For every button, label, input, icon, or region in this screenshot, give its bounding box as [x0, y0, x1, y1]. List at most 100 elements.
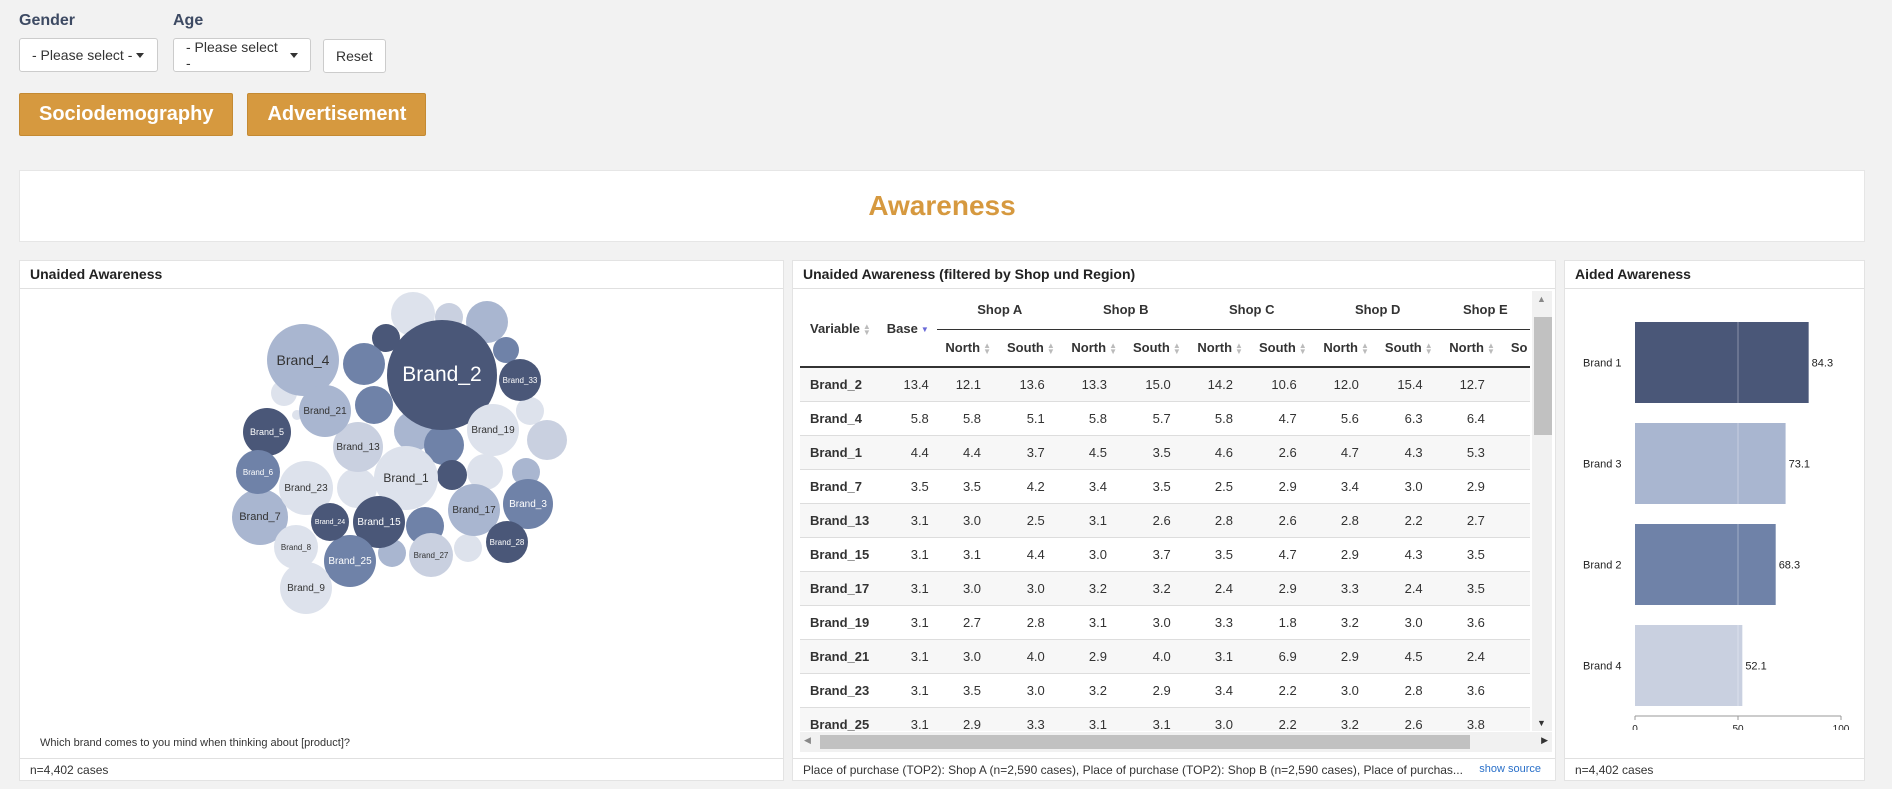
cell-value: 3.1	[1062, 706, 1125, 731]
bubble-brand-25[interactable]: Brand_25	[324, 535, 376, 587]
bubble-brand-24[interactable]: Brand_24	[311, 503, 349, 541]
cell-value: 12.7	[1440, 366, 1503, 401]
bubble-brand-5[interactable]: Brand_5	[243, 408, 291, 456]
bar	[1635, 423, 1786, 504]
cell-value: 4.5	[1062, 434, 1125, 469]
cell-value: 3.3	[1188, 604, 1251, 639]
cell-value: 15.4	[1376, 366, 1441, 401]
cell-variable: Brand_15	[800, 536, 879, 571]
cell-value	[1502, 366, 1530, 401]
bubble[interactable]	[355, 386, 393, 424]
bar-chart: Brand 1 84.3 Brand 3 73.1 Brand 2 68.3 Brand 4…	[1583, 322, 1850, 730]
bubble-brand-27[interactable]: Brand_27	[409, 533, 453, 577]
col-header-region[interactable]: North ▲ ▼	[1063, 329, 1125, 367]
col-header-variable[interactable]: Variable ▲ ▼	[800, 291, 879, 367]
cell-value: 13.6	[999, 366, 1063, 401]
cell-value: 4.0	[999, 638, 1063, 673]
panel-footer: Place of purchase (TOP2): Shop A (n=2,59…	[793, 758, 1555, 780]
col-header-region[interactable]: North ▲ ▼	[1315, 329, 1377, 367]
cell-value: 3.7	[999, 434, 1063, 469]
age-select[interactable]: - Please select -	[173, 38, 311, 72]
cell-value: 2.9	[1314, 638, 1377, 673]
horizontal-scrollbar[interactable]: ◀ ▶	[800, 732, 1552, 752]
bubble-brand-21[interactable]: Brand_21	[299, 385, 351, 437]
gender-select[interactable]: - Please select -	[19, 38, 158, 72]
cell-value: 3.1	[936, 536, 1000, 571]
cell-value: 3.2	[1062, 570, 1125, 605]
bubble-label: Brand_8	[280, 542, 312, 552]
cell-variable: Brand_19	[800, 604, 879, 639]
category-label: Brand 3	[1583, 459, 1622, 471]
bubble[interactable]	[343, 343, 385, 385]
cell-variable: Brand_25	[800, 706, 879, 731]
tab-sociodemography[interactable]: Sociodemography	[19, 93, 234, 136]
col-header-region[interactable]: So	[1503, 329, 1530, 367]
col-header-region[interactable]: South ▲ ▼	[1251, 329, 1315, 367]
table-row[interactable]: Brand_17 3.1 3.0 3.0 3.2 3.2 2.4 2.9 3.3 2.4 3.5	[800, 570, 1530, 605]
table-row[interactable]: Brand_23 3.1 3.5 3.0 3.2 2.9 3.4 2.2 3.0 2.8 3.6	[800, 672, 1530, 707]
cell-value: 5.7	[1124, 400, 1189, 435]
bubble[interactable]	[527, 420, 567, 460]
cell-value: 3.3	[1314, 570, 1377, 605]
table-row[interactable]: Brand_4 5.8 5.8 5.1 5.8 5.7 5.8 4.7 5.6 6.3 6.4	[800, 400, 1530, 435]
table-row[interactable]: Brand_7 3.5 3.5 4.2 3.4 3.5 2.5 2.9 3.4 3.0 2.9	[800, 468, 1530, 503]
table-row[interactable]: Brand_19 3.1 2.7 2.8 3.1 3.0 3.3 1.8 3.2 3.0 3.6	[800, 604, 1530, 639]
scroll-thumb[interactable]	[820, 735, 1470, 749]
scroll-up-icon[interactable]: ▲	[1537, 294, 1546, 304]
col-header-region[interactable]: South ▲ ▼	[1125, 329, 1189, 367]
sort-icon: ▲ ▼	[862, 321, 871, 337]
bubble-brand-19[interactable]: Brand_19	[467, 404, 519, 456]
cell-value: 3.1	[878, 706, 937, 731]
col-header-region[interactable]: North ▲ ▼	[1441, 329, 1503, 367]
scroll-left-icon[interactable]: ◀	[804, 735, 811, 746]
cell-value: 3.5	[1440, 536, 1503, 571]
sort-desc-icon: ▼	[920, 324, 929, 334]
cell-value: 2.2	[1250, 706, 1315, 731]
cell-value: 5.1	[999, 400, 1063, 435]
page-title: Awareness	[868, 190, 1016, 221]
bubble-brand-33[interactable]: Brand_33	[499, 359, 541, 401]
cell-value: 3.0	[999, 570, 1063, 605]
table-row[interactable]: Brand_15 3.1 3.1 4.4 3.0 3.7 3.5 4.7 2.9 4.3 3.5	[800, 536, 1530, 571]
cell-value: 2.6	[1124, 502, 1189, 537]
reset-button[interactable]: Reset	[323, 39, 386, 73]
bubble[interactable]	[454, 534, 482, 562]
bubble-label: Brand_27	[413, 550, 449, 560]
table-row[interactable]: Brand_25 3.1 2.9 3.3 3.1 3.1 3.0 2.2 3.2 2.6 3.8	[800, 706, 1530, 731]
tab-advertisement[interactable]: Advertisement	[247, 93, 427, 136]
col-header-region[interactable]: South ▲ ▼	[999, 329, 1063, 367]
table-row[interactable]: Brand_13 3.1 3.0 2.5 3.1 2.6 2.8 2.6 2.8 2.2 2.7	[800, 502, 1530, 537]
col-group-shop-a: Shop A	[936, 291, 1063, 330]
col-header-base[interactable]: Base ▼	[879, 291, 937, 367]
col-header-region[interactable]: North ▲ ▼	[1189, 329, 1251, 367]
cell-value: 4.0	[1124, 638, 1189, 673]
scroll-right-icon[interactable]: ▶	[1541, 735, 1548, 746]
table-row[interactable]: Brand_2 13.4 12.1 13.6 13.3 15.0 14.2 10.6 12.0 1…	[800, 366, 1530, 401]
cell-value: 2.4	[1440, 638, 1503, 673]
cell-value: 10.6	[1250, 366, 1315, 401]
bubble-brand-9[interactable]: Brand_9	[280, 562, 332, 614]
age-select-value: - Please select -	[186, 39, 278, 71]
vertical-scrollbar[interactable]: ▲ ▼	[1532, 291, 1552, 731]
scroll-thumb[interactable]	[1534, 317, 1552, 435]
col-header-region[interactable]: South ▲ ▼	[1377, 329, 1441, 367]
cell-value: 4.6	[1188, 434, 1251, 469]
cell-value: 4.3	[1376, 434, 1441, 469]
scroll-down-icon[interactable]: ▼	[1537, 718, 1546, 728]
show-source-link[interactable]: show source	[1473, 763, 1541, 775]
table-row[interactable]: Brand_21 3.1 3.0 4.0 2.9 4.0 3.1 6.9 2.9 4.5 2.4	[800, 638, 1530, 673]
col-header-region[interactable]: North ▲ ▼	[937, 329, 999, 367]
col-group-shop-c: Shop C	[1188, 291, 1315, 330]
table-row[interactable]: Brand_1 4.4 4.4 3.7 4.5 3.5 4.6 2.6 4.7 4.3 5.3	[800, 434, 1530, 469]
cell-value	[1502, 468, 1530, 503]
cell-value: 3.1	[1188, 638, 1251, 673]
cell-value: 4.4	[936, 434, 1000, 469]
sort-icon: ▲ ▼	[1361, 340, 1369, 356]
cell-value: 2.7	[1440, 502, 1503, 537]
bubble-brand-6[interactable]: Brand_6	[236, 450, 280, 494]
cell-value: 4.7	[1314, 434, 1377, 469]
sort-icon: ▲ ▼	[1486, 340, 1495, 356]
unaided-awareness-panel: Unaided Awareness Brand_2 Brand_4 Brand_1 B…	[19, 260, 784, 781]
bubble-brand-28[interactable]: Brand_28	[486, 521, 528, 563]
cell-value: 2.9	[1314, 536, 1377, 571]
